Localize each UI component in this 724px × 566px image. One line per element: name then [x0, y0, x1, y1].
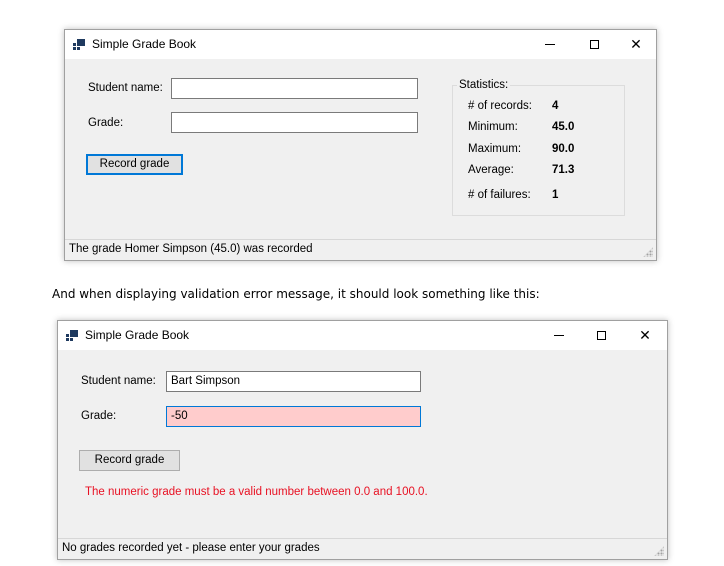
- page: Simple Grade Book ✕ Student name: Grade:…: [0, 0, 724, 566]
- minimize-button[interactable]: [528, 30, 572, 59]
- app-icon: [66, 330, 78, 341]
- minimum-label: Minimum:: [468, 121, 518, 133]
- close-button[interactable]: ✕: [614, 30, 658, 59]
- maximum-label: Maximum:: [468, 143, 522, 155]
- status-bar: No grades recorded yet - please enter yo…: [58, 538, 667, 559]
- close-icon: ✕: [639, 327, 651, 343]
- validation-error-message: The numeric grade must be a valid number…: [85, 486, 428, 498]
- student-name-label: Student name:: [88, 82, 163, 94]
- failures-count-value: 1: [552, 189, 559, 201]
- maximize-icon: [596, 331, 606, 340]
- student-name-label: Student name:: [81, 375, 156, 387]
- grade-book-window-validation-error: Simple Grade Book ✕ Student name: Bart S…: [57, 320, 668, 560]
- record-grade-button[interactable]: Record grade: [79, 450, 180, 471]
- window-title: Simple Grade Book: [92, 37, 197, 51]
- description-text: And when displaying validation error mes…: [52, 287, 540, 301]
- minimum-value: 45.0: [552, 121, 575, 133]
- average-label: Average:: [468, 164, 514, 176]
- maximum-value: 90.0: [552, 143, 575, 155]
- grade-book-window-statistics: Simple Grade Book ✕ Student name: Grade:…: [64, 29, 657, 261]
- records-count-label: # of records:: [468, 100, 532, 112]
- title-bar[interactable]: Simple Grade Book ✕: [65, 30, 656, 59]
- grade-label: Grade:: [81, 410, 117, 422]
- student-name-input[interactable]: [171, 78, 418, 99]
- record-grade-button[interactable]: Record grade: [86, 154, 183, 175]
- student-name-input[interactable]: Bart Simpson: [166, 371, 421, 392]
- window-title: Simple Grade Book: [85, 328, 190, 342]
- grade-label: Grade:: [88, 117, 124, 129]
- maximize-button[interactable]: [579, 321, 623, 350]
- app-icon: [73, 39, 85, 50]
- size-grip-icon[interactable]: [643, 247, 653, 257]
- statistics-title: Statistics:: [457, 79, 511, 91]
- failures-count-label: # of failures:: [468, 189, 531, 201]
- status-text: The grade Homer Simpson (45.0) was recor…: [69, 243, 313, 255]
- minimize-button[interactable]: [537, 321, 581, 350]
- status-bar: The grade Homer Simpson (45.0) was recor…: [65, 239, 656, 260]
- size-grip-icon[interactable]: [654, 546, 664, 556]
- status-text: No grades recorded yet - please enter yo…: [62, 542, 320, 554]
- title-bar[interactable]: Simple Grade Book ✕: [58, 321, 667, 350]
- grade-input[interactable]: [171, 112, 418, 133]
- maximize-icon: [589, 40, 599, 49]
- maximize-button[interactable]: [572, 30, 616, 59]
- records-count-value: 4: [552, 100, 559, 112]
- close-icon: ✕: [630, 36, 642, 52]
- minimize-icon: [554, 335, 564, 336]
- average-value: 71.3: [552, 164, 575, 176]
- close-button[interactable]: ✕: [623, 321, 667, 350]
- minimize-icon: [545, 44, 555, 45]
- grade-input[interactable]: -50: [166, 406, 421, 427]
